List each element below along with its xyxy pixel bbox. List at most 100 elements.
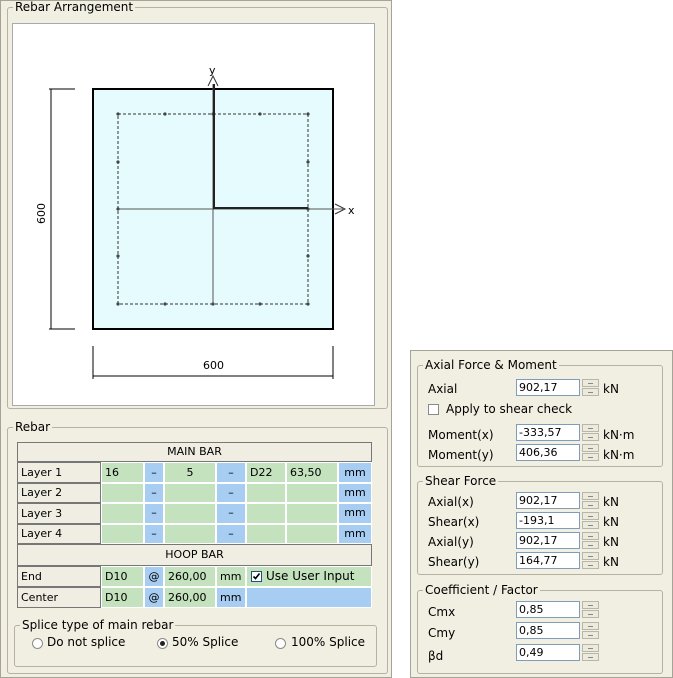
- moment-y-label: Moment(y): [428, 448, 494, 462]
- layer-3-sep2: –: [216, 503, 246, 524]
- rebar-dot: [116, 254, 120, 258]
- axial-input[interactable]: 902,17: [516, 379, 580, 396]
- beta-d-down-button[interactable]: [582, 653, 599, 661]
- layer-3-count[interactable]: [101, 503, 144, 524]
- main-bar-header: MAIN BAR: [17, 442, 372, 462]
- hoop-end-label: End: [17, 566, 101, 587]
- axial-down-button[interactable]: [582, 388, 599, 396]
- shear-y-input[interactable]: 164,77: [516, 552, 580, 569]
- layer-4-count[interactable]: [101, 524, 144, 544]
- rebar-title: Rebar: [15, 420, 51, 434]
- layer-2-label: Layer 2: [17, 483, 101, 503]
- beta-d-up-button[interactable]: [582, 644, 599, 652]
- layer-1-count[interactable]: 16: [101, 462, 144, 483]
- shear-axial-y-spinner[interactable]: 902,17: [516, 532, 599, 549]
- beta-d-input[interactable]: 0,49: [516, 644, 580, 661]
- moment-y-spinner[interactable]: 406,36: [516, 444, 599, 461]
- cmy-down-button[interactable]: [582, 631, 599, 639]
- shear-axial-y-down-button[interactable]: [582, 541, 599, 549]
- apply-shear-check-label[interactable]: Apply to shear check: [446, 402, 572, 416]
- radio-50-splice-label[interactable]: 50% Splice: [172, 635, 238, 649]
- radio-100-splice[interactable]: [275, 638, 286, 649]
- shear-axial-x-spinner[interactable]: 902,17: [516, 492, 599, 509]
- hoop-end-at: @: [144, 566, 164, 587]
- beta-d-label: βd: [428, 649, 444, 663]
- moment-x-up-button[interactable]: [582, 424, 599, 432]
- radio-100-splice-label[interactable]: 100% Splice: [291, 635, 365, 649]
- cmx-down-button[interactable]: [582, 610, 599, 618]
- shear-x-down-button[interactable]: [582, 521, 599, 529]
- layer-2-unit: mm: [338, 483, 372, 503]
- right-panel: Axial Force & Moment Axial 902,17 kN App…: [410, 350, 673, 678]
- layer-2-cover[interactable]: [286, 483, 338, 503]
- dim-vertical-label: 600: [35, 203, 48, 224]
- hoop-center-dia[interactable]: D10: [101, 587, 144, 608]
- radio-50-splice[interactable]: [157, 638, 168, 649]
- shear-axial-x-up-button[interactable]: [582, 492, 599, 500]
- shear-axial-y-input[interactable]: 902,17: [516, 532, 580, 549]
- hoop-end-dia[interactable]: D10: [101, 566, 144, 587]
- shear-axial-y-up-button[interactable]: [582, 532, 599, 540]
- shear-force-title: Shear Force: [425, 474, 497, 488]
- shear-y-down-button[interactable]: [582, 561, 599, 569]
- layer-1-num[interactable]: 5: [164, 462, 216, 483]
- moment-y-down-button[interactable]: [582, 453, 599, 461]
- layer-2-count[interactable]: [101, 483, 144, 503]
- shear-y-up-button[interactable]: [582, 552, 599, 560]
- section-drawing: x y 600 600: [35, 64, 355, 379]
- layer-2-sep2: –: [216, 483, 246, 503]
- layer-2-dia[interactable]: [246, 483, 286, 503]
- cmx-input[interactable]: 0,85: [516, 601, 580, 618]
- hoop-center-label: Center: [17, 587, 101, 608]
- moment-x-input[interactable]: -333,57: [516, 424, 580, 441]
- hoop-end-spacing[interactable]: 260,00: [164, 566, 216, 587]
- splice-title: Splice type of main rebar: [22, 618, 174, 632]
- moment-y-input[interactable]: 406,36: [516, 444, 580, 461]
- moment-x-spinner[interactable]: -333,57: [516, 424, 599, 441]
- cmx-spinner[interactable]: 0,85: [516, 601, 599, 618]
- cmy-label: Cmy: [428, 626, 456, 640]
- rebar-dot: [258, 302, 262, 306]
- cmy-input[interactable]: 0,85: [516, 622, 580, 639]
- layer-3-cover[interactable]: [286, 503, 338, 524]
- axial-force-title: Axial Force & Moment: [425, 358, 557, 372]
- moment-x-down-button[interactable]: [582, 433, 599, 441]
- cmx-up-button[interactable]: [582, 601, 599, 609]
- hoop-center-spacing[interactable]: 260,00: [164, 587, 216, 608]
- layer-4-label: Layer 4: [17, 524, 101, 544]
- use-user-input-cell[interactable]: Use User Input: [246, 566, 372, 587]
- cmy-up-button[interactable]: [582, 622, 599, 630]
- shear-axial-x-down-button[interactable]: [582, 501, 599, 509]
- beta-d-spinner[interactable]: 0,49: [516, 644, 599, 661]
- layer-3-sep1: –: [144, 503, 164, 524]
- radio-do-not-splice-label[interactable]: Do not splice: [47, 635, 125, 649]
- shear-x-input[interactable]: -193,1: [516, 512, 580, 529]
- layer-4-dia[interactable]: [246, 524, 286, 544]
- cmy-spinner[interactable]: 0,85: [516, 622, 599, 639]
- rebar-dot: [163, 112, 167, 116]
- shear-axial-y-label: Axial(y): [428, 535, 474, 549]
- shear-x-spinner[interactable]: -193,1: [516, 512, 599, 529]
- left-panel: Rebar Arrangement x y 600 600 Rebar MAIN…: [0, 0, 392, 678]
- shear-y-unit: kN: [603, 555, 619, 569]
- rebar-dot: [258, 112, 262, 116]
- layer-1-dia[interactable]: D22: [246, 462, 286, 483]
- radio-do-not-splice[interactable]: [32, 638, 43, 649]
- use-user-input-checkbox[interactable]: [251, 571, 262, 582]
- shear-axial-x-unit: kN: [603, 495, 619, 509]
- layer-3-num[interactable]: [164, 503, 216, 524]
- shear-y-label: Shear(y): [428, 555, 480, 569]
- layer-2-num[interactable]: [164, 483, 216, 503]
- layer-1-cover[interactable]: 63,50: [286, 462, 338, 483]
- apply-shear-check-checkbox[interactable]: [428, 404, 439, 415]
- axial-up-button[interactable]: [582, 379, 599, 387]
- axial-spinner[interactable]: 902,17: [516, 379, 599, 396]
- layer-4-cover[interactable]: [286, 524, 338, 544]
- shear-y-spinner[interactable]: 164,77: [516, 552, 599, 569]
- shear-axial-x-input[interactable]: 902,17: [516, 492, 580, 509]
- moment-y-up-button[interactable]: [582, 444, 599, 452]
- shear-x-up-button[interactable]: [582, 512, 599, 520]
- axis-y-label: y: [209, 64, 216, 77]
- layer-4-num[interactable]: [164, 524, 216, 544]
- layer-3-dia[interactable]: [246, 503, 286, 524]
